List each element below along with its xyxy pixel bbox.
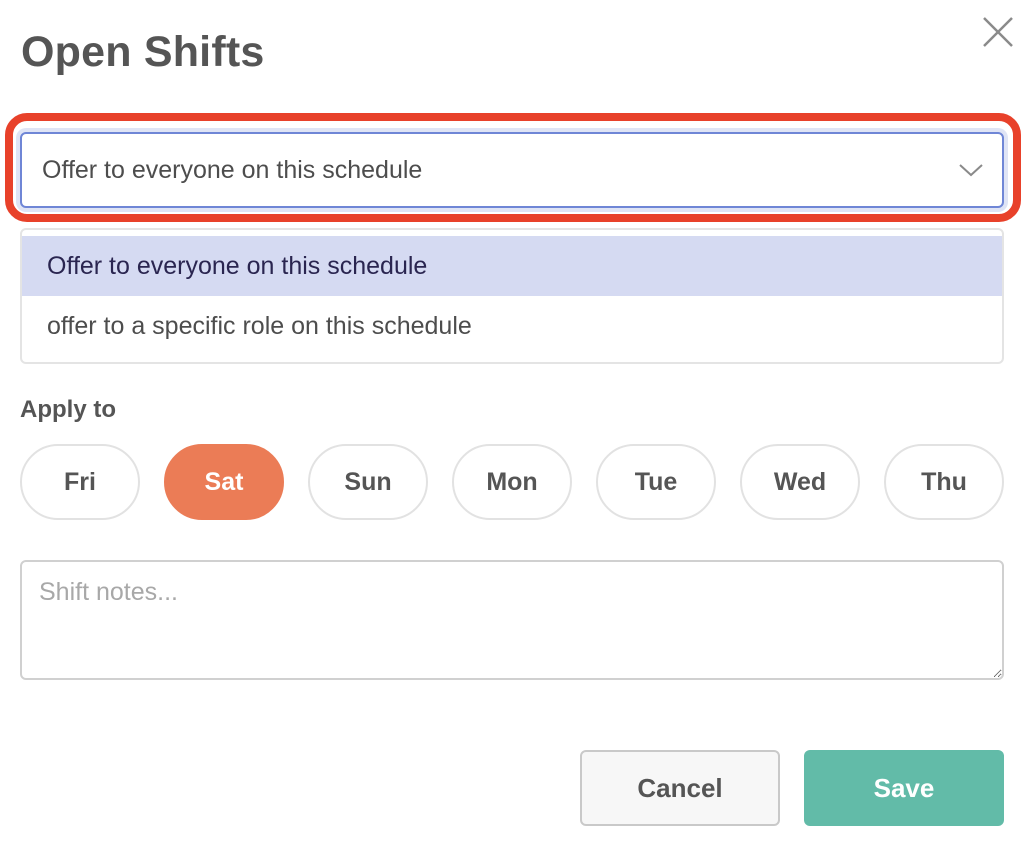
shift-notes-textarea[interactable] bbox=[20, 560, 1004, 680]
day-sat-button[interactable]: Sat bbox=[164, 444, 284, 520]
chevron-down-icon bbox=[959, 164, 983, 177]
dropdown-option-everyone[interactable]: Offer to everyone on this schedule bbox=[22, 236, 1002, 296]
offer-select[interactable]: Offer to everyone on this schedule bbox=[20, 132, 1004, 208]
day-fri-button[interactable]: Fri bbox=[20, 444, 140, 520]
dialog-title: Open Shifts bbox=[21, 28, 265, 76]
day-sun-button[interactable]: Sun bbox=[308, 444, 428, 520]
save-button[interactable]: Save bbox=[804, 750, 1004, 826]
day-wed-button[interactable]: Wed bbox=[740, 444, 860, 520]
close-icon bbox=[983, 17, 1013, 47]
offer-dropdown-menu: Offer to everyone on this schedule offer… bbox=[20, 228, 1004, 364]
offer-select-value: Offer to everyone on this schedule bbox=[42, 156, 423, 184]
day-mon-button[interactable]: Mon bbox=[452, 444, 572, 520]
close-button[interactable] bbox=[980, 14, 1016, 50]
apply-to-label: Apply to bbox=[20, 396, 116, 423]
cancel-button[interactable]: Cancel bbox=[580, 750, 780, 826]
day-tue-button[interactable]: Tue bbox=[596, 444, 716, 520]
day-selector: Fri Sat Sun Mon Tue Wed Thu bbox=[20, 444, 1004, 520]
day-thu-button[interactable]: Thu bbox=[884, 444, 1004, 520]
dropdown-option-specific-role[interactable]: offer to a specific role on this schedul… bbox=[22, 296, 1002, 356]
